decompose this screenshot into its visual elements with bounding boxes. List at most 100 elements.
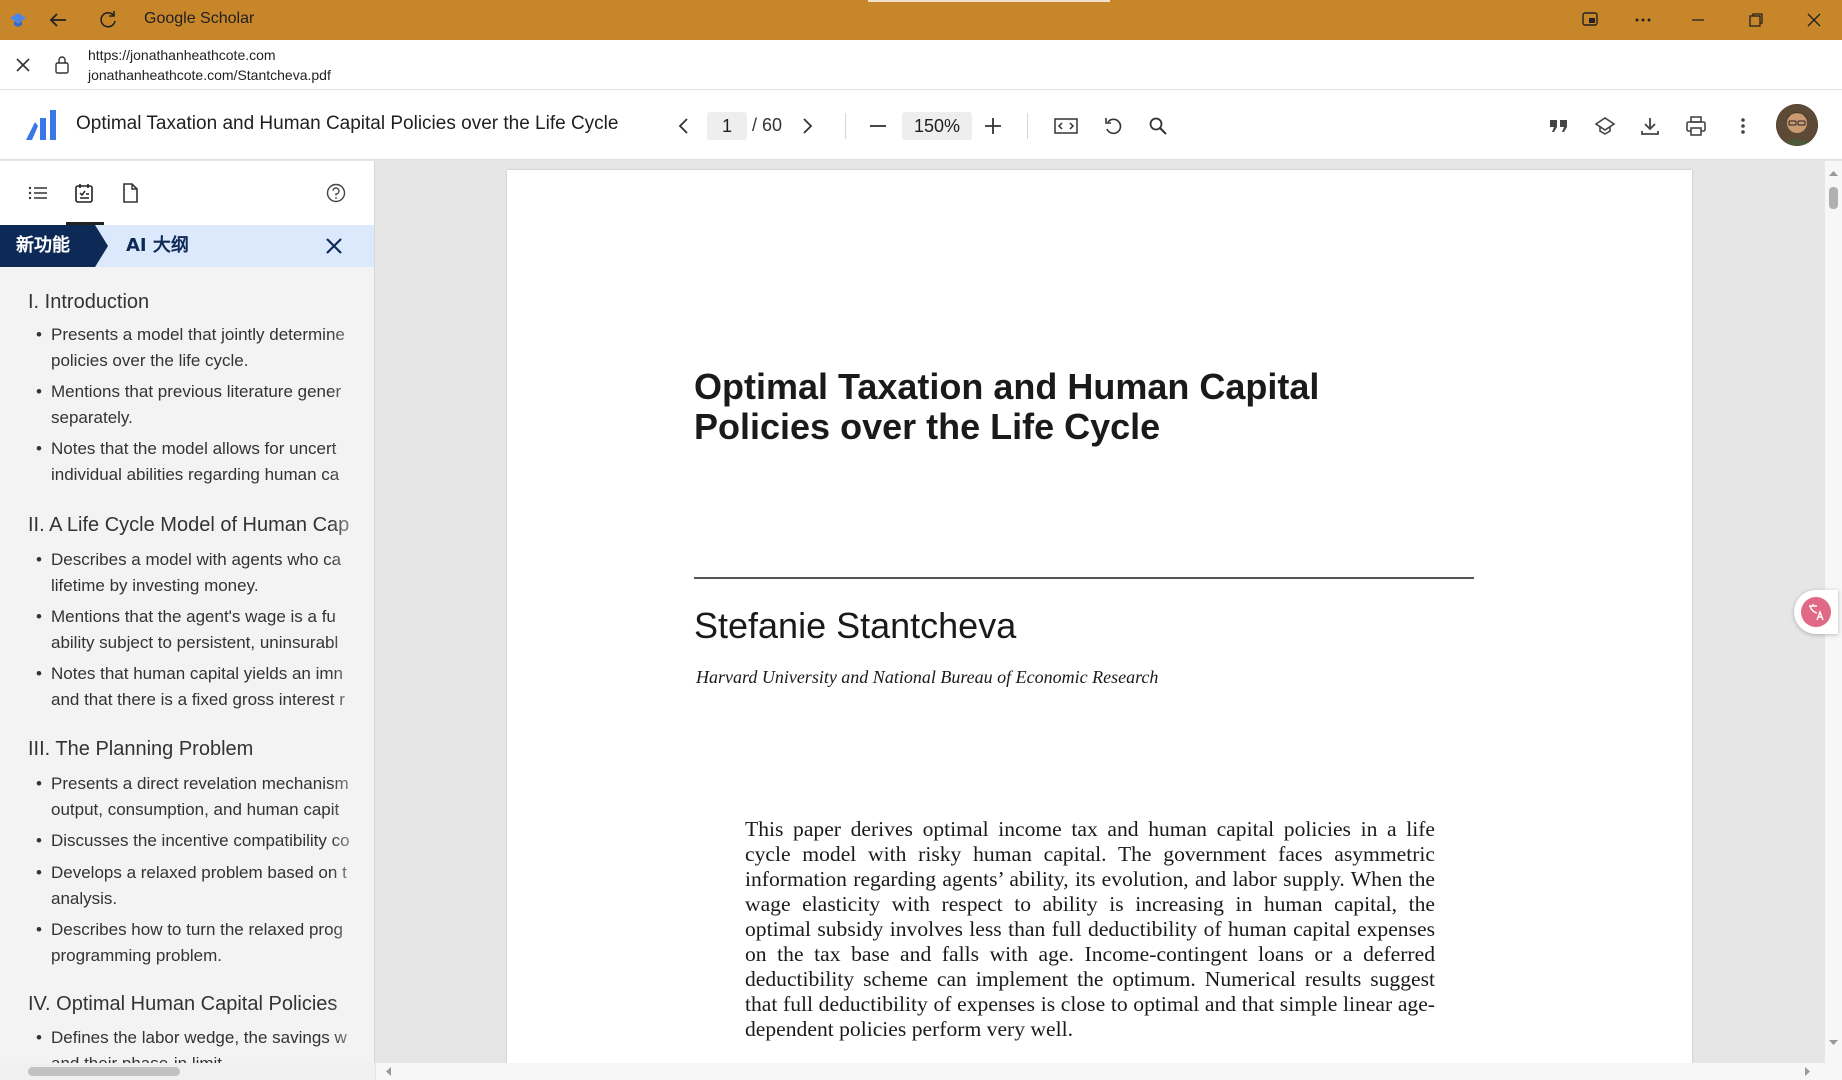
- outline-bullet[interactable]: • Describes a model with agents who ca l…: [36, 547, 374, 599]
- bullet-dot: •: [36, 774, 42, 793]
- outline-bullet[interactable]: • Develops a relaxed problem based on t …: [36, 860, 374, 912]
- bullet-line: Develops a relaxed problem based on t: [51, 863, 347, 882]
- bullet-dot: •: [36, 550, 42, 569]
- paper-abstract: This paper derives optimal income tax an…: [745, 817, 1435, 1041]
- paper-affiliation: Harvard University and National Bureau o…: [696, 667, 1159, 687]
- tab-table-of-contents[interactable]: [24, 179, 52, 207]
- bullet-line: programming problem.: [51, 946, 223, 965]
- translate-icon: [1801, 597, 1831, 627]
- viewer-scroll-thumb[interactable]: [1829, 187, 1838, 209]
- avatar[interactable]: [1776, 104, 1818, 146]
- outline-section-title[interactable]: I. Introduction: [28, 291, 149, 314]
- outline-bullet[interactable]: • Describes how to turn the relaxed prog…: [36, 917, 374, 969]
- bullet-line: policies over the life cycle.: [51, 351, 249, 370]
- zoom-level-input[interactable]: 150%: [902, 112, 972, 140]
- bullet-line: Presents a direct revelation mechanism: [51, 774, 349, 793]
- bullet-line: Describes a model with agents who ca: [51, 550, 342, 569]
- search-icon[interactable]: [1144, 112, 1172, 140]
- toolbar-divider: [1027, 113, 1028, 139]
- outline-section-title[interactable]: III. The Planning Problem: [28, 738, 253, 761]
- bullet-dot: •: [36, 382, 42, 401]
- bullet-line: Discusses the incentive compatibility co: [51, 831, 350, 850]
- title-rule: [694, 577, 1474, 579]
- app-logo-icon: [6, 8, 30, 32]
- fit-to-page-icon[interactable]: [1052, 112, 1080, 140]
- outline-section-title[interactable]: II. A Life Cycle Model of Human Cap: [28, 514, 349, 537]
- paper-title-line: Policies over the Life Cycle: [694, 406, 1161, 447]
- bullet-line: ability subject to persistent, uninsurab…: [51, 633, 339, 652]
- paper-author: Stefanie Stantcheva: [694, 605, 1017, 646]
- bullet-dot: •: [36, 1028, 42, 1047]
- help-icon[interactable]: [322, 179, 350, 207]
- viewer-horizontal-scrollbar[interactable]: [376, 1063, 1842, 1080]
- text-fade-overlay: [330, 281, 374, 1061]
- bullet-line: lifetime by investing money.: [51, 576, 259, 595]
- page-number-input[interactable]: 1: [707, 112, 747, 140]
- save-to-library-icon[interactable]: [1591, 112, 1619, 140]
- restore-icon[interactable]: [1744, 8, 1768, 32]
- sidebar-scroll-thumb[interactable]: [28, 1067, 180, 1076]
- bullet-line: individual abilities regarding human ca: [51, 465, 340, 484]
- tab-ai-outline[interactable]: [70, 179, 98, 207]
- next-page-icon[interactable]: [793, 112, 821, 140]
- window-title: Google Scholar: [144, 10, 255, 27]
- bullet-line: Describes how to turn the relaxed prog: [51, 920, 343, 939]
- bullet-line: Presents a model that jointly determine: [51, 325, 345, 344]
- pdf-viewer[interactable]: Optimal Taxation and Human Capital Polic…: [376, 161, 1825, 1063]
- back-icon[interactable]: [46, 8, 70, 32]
- minimize-icon[interactable]: [1686, 8, 1710, 32]
- page-total: / 60: [752, 115, 783, 135]
- lock-icon[interactable]: [52, 54, 72, 76]
- rotate-icon[interactable]: [1099, 112, 1127, 140]
- outline-bullet[interactable]: • Discusses the incentive compatibility …: [36, 828, 374, 854]
- scholar-pdf-logo-icon: [24, 108, 60, 142]
- close-banner-icon[interactable]: [322, 234, 346, 258]
- bullet-dot: •: [36, 325, 42, 344]
- outline-section-title[interactable]: IV. Optimal Human Capital Policies: [28, 993, 337, 1016]
- bullet-line: Mentions that the agent's wage is a fu: [51, 607, 336, 626]
- outline-bullet[interactable]: • Presents a direct revelation mechanism…: [36, 771, 374, 823]
- bullet-line: separately.: [51, 408, 133, 427]
- ai-outline-label: AI 大纲: [126, 235, 189, 256]
- bullet-line: Mentions that previous literature gener: [51, 382, 342, 401]
- bullet-dot: •: [36, 831, 42, 850]
- bullet-line: Notes that the model allows for uncert: [51, 439, 337, 458]
- download-icon[interactable]: [1636, 112, 1664, 140]
- bullet-dot: •: [36, 664, 42, 683]
- bullet-line: output, consumption, and human capit: [51, 800, 340, 819]
- tab-pages[interactable]: [116, 179, 144, 207]
- bullet-line: analysis.: [51, 889, 118, 908]
- outline-sidebar: 新功能 AI 大纲 I. Introduction • Presents a m…: [0, 161, 375, 1080]
- new-feature-banner: 新功能 AI 大纲: [0, 225, 374, 267]
- address-bar: https://jonathanheathcote.com jonathanhe…: [0, 40, 1842, 90]
- zoom-out-icon[interactable]: [864, 112, 892, 140]
- more-menu-icon[interactable]: [1729, 112, 1757, 140]
- print-icon[interactable]: [1682, 112, 1710, 140]
- bullet-line: Notes that human capital yields an imn: [51, 664, 343, 683]
- url-path[interactable]: jonathanheathcote.com/Stantcheva.pdf: [88, 67, 331, 83]
- refresh-icon[interactable]: [96, 8, 120, 32]
- sidebar-tabs: [0, 161, 374, 225]
- toolbar-divider: [845, 113, 846, 139]
- app-available-icon[interactable]: [1578, 8, 1602, 32]
- stop-loading-icon[interactable]: [12, 54, 34, 76]
- outline-bullet[interactable]: • Mentions that the agent's wage is a fu…: [36, 604, 374, 656]
- cite-icon[interactable]: [1545, 112, 1573, 140]
- translate-button[interactable]: [1794, 590, 1838, 634]
- close-window-icon[interactable]: [1802, 8, 1826, 32]
- url-origin[interactable]: https://jonathanheathcote.com: [88, 47, 276, 63]
- outline-bullet[interactable]: • Presents a model that jointly determin…: [36, 322, 374, 374]
- outline-bullet[interactable]: • Mentions that previous literature gene…: [36, 379, 374, 431]
- paper-title-line: Optimal Taxation and Human Capital: [694, 366, 1320, 407]
- outline-bullet[interactable]: • Notes that the model allows for uncert…: [36, 436, 374, 488]
- bullet-line: Defines the labor wedge, the savings w: [51, 1028, 347, 1047]
- pdf-toolbar: Optimal Taxation and Human Capital Polic…: [0, 90, 1842, 160]
- bullet-line: and that there is a fixed gross interest…: [51, 690, 345, 709]
- pdf-page: Optimal Taxation and Human Capital Polic…: [507, 170, 1692, 1063]
- title-bar: Google Scholar: [0, 0, 1842, 40]
- outline-bullet[interactable]: • Notes that human capital yields an imn…: [36, 661, 374, 713]
- more-options-icon[interactable]: [1631, 8, 1655, 32]
- bullet-dot: •: [36, 439, 42, 458]
- previous-page-icon[interactable]: [670, 112, 698, 140]
- zoom-in-icon[interactable]: [979, 112, 1007, 140]
